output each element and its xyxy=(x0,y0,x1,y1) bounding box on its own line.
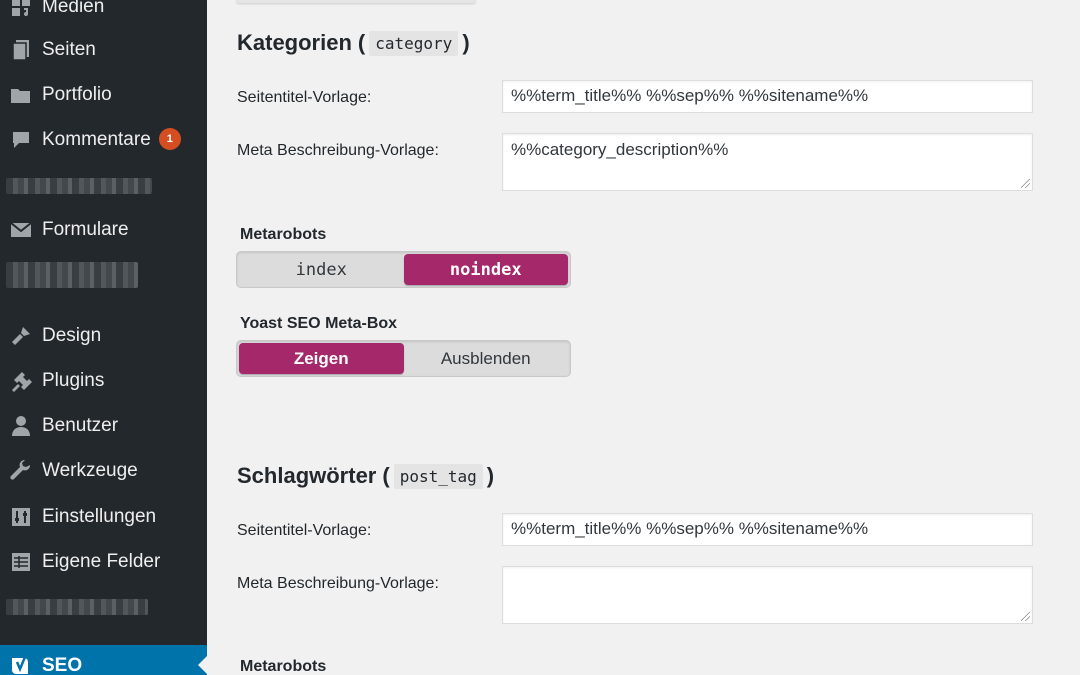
sidebar-item-eigene-felder[interactable]: Eigene Felder xyxy=(0,541,207,583)
sidebar-item-label: Kommentare xyxy=(42,129,151,150)
resize-grip-icon[interactable] xyxy=(1021,179,1030,188)
sidebar-item-label: Werkzeuge xyxy=(42,460,138,481)
taxonomy-slug: post_tag xyxy=(393,463,483,489)
brush-icon xyxy=(0,315,42,357)
meta-description-textarea[interactable] xyxy=(502,566,1033,624)
meta-description-label: Meta Beschreibung-Vorlage: xyxy=(237,142,439,159)
meta-description-textarea[interactable]: %%category_description%% xyxy=(502,133,1033,191)
metarobots-label: Metarobots xyxy=(240,226,327,243)
sidebar-item-label: Design xyxy=(42,325,102,346)
sidebar-item-seo[interactable]: SEO xyxy=(0,645,207,675)
sidebar-item-design[interactable]: Design xyxy=(0,315,207,357)
title-template-input[interactable]: %%term_title%% %%sep%% %%sitename%% xyxy=(502,513,1033,546)
metabox-show-option[interactable]: Zeigen xyxy=(239,343,404,374)
sidebar-item-einstellungen[interactable]: Einstellungen xyxy=(0,496,207,538)
title-template-label: Seitentitel-Vorlage: xyxy=(237,522,372,539)
wrench-icon xyxy=(0,450,42,492)
table-icon xyxy=(0,541,42,583)
sidebar-item-label: Seiten xyxy=(42,39,96,60)
paren-close: ) xyxy=(486,463,495,488)
taxonomy-slug: category xyxy=(369,30,459,56)
blurred-menu-item xyxy=(6,262,138,288)
comment-count-badge: 1 xyxy=(158,128,181,150)
metabox-switch: Zeigen Ausblenden xyxy=(236,340,571,377)
sidebar-item-kommentare[interactable]: Kommentare 1 xyxy=(0,119,207,161)
section-title-text: Kategorien xyxy=(237,30,352,55)
sidebar-item-label: Benutzer xyxy=(42,415,119,436)
section-title-text: Schlagwörter xyxy=(237,463,377,488)
metabox-hide-option[interactable]: Ausblenden xyxy=(404,343,569,374)
sidebar-item-werkzeuge[interactable]: Werkzeuge xyxy=(0,450,207,492)
paren-close: ) xyxy=(462,30,470,55)
section-title-category: Kategorien ( category ) xyxy=(237,30,470,56)
folder-icon xyxy=(0,74,42,116)
resize-grip-icon[interactable] xyxy=(1021,612,1030,621)
plugin-icon xyxy=(0,360,42,402)
pages-icon xyxy=(0,29,42,71)
sidebar-item-plugins[interactable]: Plugins xyxy=(0,360,207,402)
metarobots-switch: index noindex xyxy=(236,251,571,288)
meta-description-label: Meta Beschreibung-Vorlage: xyxy=(237,575,439,592)
section-title-post-tag: Schlagwörter ( post_tag ) xyxy=(237,463,494,489)
sidebar-item-label: Portfolio xyxy=(42,84,112,105)
title-template-input[interactable]: %%term_title%% %%sep%% %%sitename%% xyxy=(502,80,1033,113)
sidebar-item-label: Medien xyxy=(42,0,105,17)
user-icon xyxy=(0,405,42,447)
active-menu-arrow xyxy=(198,656,207,674)
sidebar-item-formulare[interactable]: Formulare xyxy=(0,209,207,251)
metarobots-index-option[interactable]: index xyxy=(239,254,404,285)
media-icon xyxy=(0,0,42,28)
sidebar-item-seiten[interactable]: Seiten xyxy=(0,29,207,71)
admin-sidebar: Medien Seiten Portfolio Kommentare 1 For… xyxy=(0,0,207,675)
previous-section-edge xyxy=(236,0,476,3)
yoast-icon xyxy=(0,645,42,675)
sidebar-item-portfolio[interactable]: Portfolio xyxy=(0,74,207,116)
metarobots-noindex-option[interactable]: noindex xyxy=(403,254,568,285)
sliders-icon xyxy=(0,496,42,538)
blurred-menu-item xyxy=(6,599,148,615)
sidebar-item-label: SEO xyxy=(42,655,83,675)
sidebar-item-label: Plugins xyxy=(42,370,105,391)
mail-icon xyxy=(0,209,42,251)
blurred-menu-item xyxy=(6,178,152,194)
comment-icon xyxy=(0,119,42,161)
metabox-label: Yoast SEO Meta-Box xyxy=(240,315,398,332)
paren-open: ( xyxy=(357,30,366,55)
sidebar-item-label: Formulare xyxy=(42,219,129,240)
metarobots-label: Metarobots xyxy=(240,658,327,675)
sidebar-item-label: Einstellungen xyxy=(42,506,157,527)
meta-description-value: %%category_description%% xyxy=(511,140,729,159)
sidebar-item-label: Eigene Felder xyxy=(42,551,161,572)
paren-open: ( xyxy=(382,463,390,488)
sidebar-item-benutzer[interactable]: Benutzer xyxy=(0,405,207,447)
sidebar-item-medien[interactable]: Medien xyxy=(0,0,207,28)
title-template-label: Seitentitel-Vorlage: xyxy=(237,89,372,106)
